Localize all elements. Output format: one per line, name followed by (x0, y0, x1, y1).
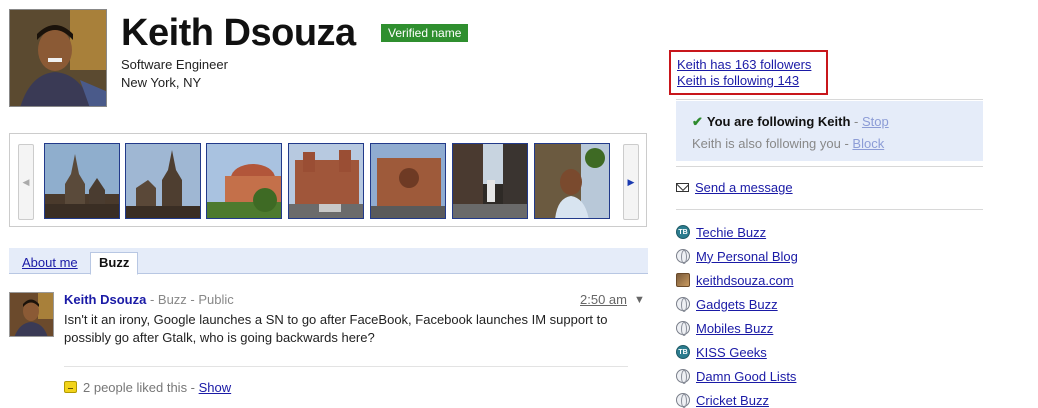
tb-icon: TB (676, 225, 690, 239)
follow-stats-box: Keith has 163 followers Keith is followi… (669, 50, 828, 95)
profile-link[interactable]: keithdsouza.com (696, 273, 794, 288)
profile-link[interactable]: Mobiles Buzz (696, 321, 773, 336)
block-link[interactable]: Block (852, 136, 884, 151)
globe-icon (676, 249, 690, 264)
photo-strip: ◀ ▶ (9, 133, 647, 227)
photo-icon (676, 273, 690, 287)
photo-thumb[interactable] (452, 143, 528, 219)
divider (676, 209, 983, 210)
like-icon (64, 381, 77, 393)
tab-buzz[interactable]: Buzz (90, 252, 139, 275)
photo-thumb[interactable] (44, 143, 120, 219)
send-message-link[interactable]: Send a message (695, 180, 793, 195)
photo-thumb[interactable] (125, 143, 201, 219)
stop-following-link[interactable]: Stop (862, 114, 889, 129)
chevron-right-icon: ▶ (627, 176, 635, 187)
globe-icon (676, 393, 690, 408)
profile-link[interactable]: Gadgets Buzz (696, 297, 778, 312)
list-item: TB Techie Buzz (676, 220, 798, 244)
profile-link[interactable]: KISS Geeks (696, 345, 767, 360)
verified-badge: Verified name (381, 24, 469, 42)
profile-link[interactable]: My Personal Blog (696, 249, 798, 264)
profile-tabs: About me Buzz (9, 248, 648, 275)
strip-next-button[interactable]: ▶ (623, 144, 639, 220)
photo-thumb[interactable] (288, 143, 364, 219)
post-timestamp-link[interactable]: 2:50 am (580, 292, 627, 308)
photo-thumb[interactable] (534, 143, 610, 219)
following-link[interactable]: Keith is following 143 (677, 73, 826, 89)
list-item: TB KISS Geeks (676, 340, 798, 364)
tb-icon: TB (676, 345, 690, 359)
envelope-icon (676, 183, 689, 192)
photo-thumb[interactable] (206, 143, 282, 219)
likes-show-link[interactable]: Show (199, 380, 232, 395)
list-item: Cricket Buzz (676, 388, 798, 408)
also-following-status: Keith is also following you - Block (692, 136, 885, 151)
profile-link[interactable]: Damn Good Lists (696, 369, 796, 384)
post-likes: 2 people liked this - Show (64, 380, 231, 396)
post-avatar[interactable] (9, 292, 54, 337)
post-menu-icon[interactable]: ▼ (634, 292, 645, 308)
globe-icon (676, 297, 690, 312)
photo-thumb[interactable] (370, 143, 446, 219)
profile-links-list: TB Techie Buzz My Personal Blog keithdsou… (676, 220, 798, 408)
profile-name: Keith Dsouza (121, 12, 356, 54)
strip-prev-button[interactable]: ◀ (18, 144, 34, 220)
divider (676, 99, 983, 100)
list-item: keithdsouza.com (676, 268, 798, 292)
profile-link[interactable]: Cricket Buzz (696, 393, 769, 408)
following-status-panel: ✔ You are following Keith - Stop Keith is… (676, 101, 983, 161)
globe-icon (676, 321, 690, 336)
list-item: Damn Good Lists (676, 364, 798, 388)
chevron-left-icon: ◀ (22, 176, 30, 187)
send-message: Send a message (676, 180, 793, 196)
profile-job: Software Engineer (121, 57, 228, 72)
post-header: Keith Dsouza - Buzz - Public (64, 292, 234, 308)
followers-link[interactable]: Keith has 163 followers (677, 57, 826, 73)
list-item: My Personal Blog (676, 244, 798, 268)
check-icon: ✔ (692, 114, 703, 129)
post-body: Isn't it an irony, Google launches a SN … (64, 312, 608, 345)
list-item: Mobiles Buzz (676, 316, 798, 340)
divider (676, 166, 983, 167)
post-meta: - Buzz - Public (146, 292, 234, 307)
profile-link[interactable]: Techie Buzz (696, 225, 766, 240)
tab-about-me[interactable]: About me (22, 253, 78, 273)
globe-icon (676, 369, 690, 384)
post-divider (64, 366, 628, 367)
likes-text: 2 people liked this - (83, 380, 199, 395)
following-status: ✔ You are following Keith - Stop (692, 114, 889, 129)
list-item: Gadgets Buzz (676, 292, 798, 316)
profile-photo[interactable] (9, 9, 107, 107)
post-author-link[interactable]: Keith Dsouza (64, 292, 146, 307)
profile-location: New York, NY (121, 75, 202, 90)
